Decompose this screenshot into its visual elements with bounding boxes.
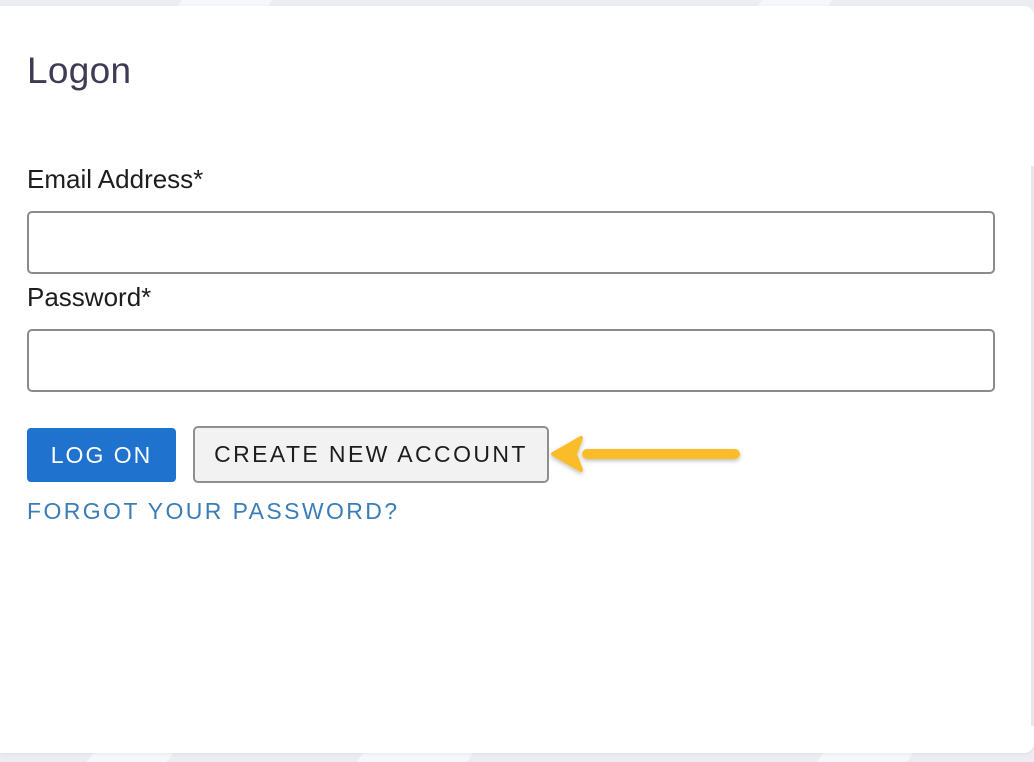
password-field[interactable]: [27, 329, 995, 392]
email-field[interactable]: [27, 211, 995, 274]
background-decoration: [816, 753, 914, 762]
log-on-button[interactable]: LOG ON: [27, 428, 176, 482]
page-title: Logon: [27, 50, 132, 91]
forgot-password-link[interactable]: FORGOT YOUR PASSWORD?: [27, 498, 399, 525]
background-decoration: [356, 753, 474, 762]
password-label: Password*: [27, 282, 152, 312]
create-new-account-button[interactable]: CREATE NEW ACCOUNT: [193, 426, 549, 483]
background-decoration: [86, 753, 174, 762]
arrow-left-icon: [551, 436, 740, 472]
email-label: Email Address*: [27, 164, 204, 194]
